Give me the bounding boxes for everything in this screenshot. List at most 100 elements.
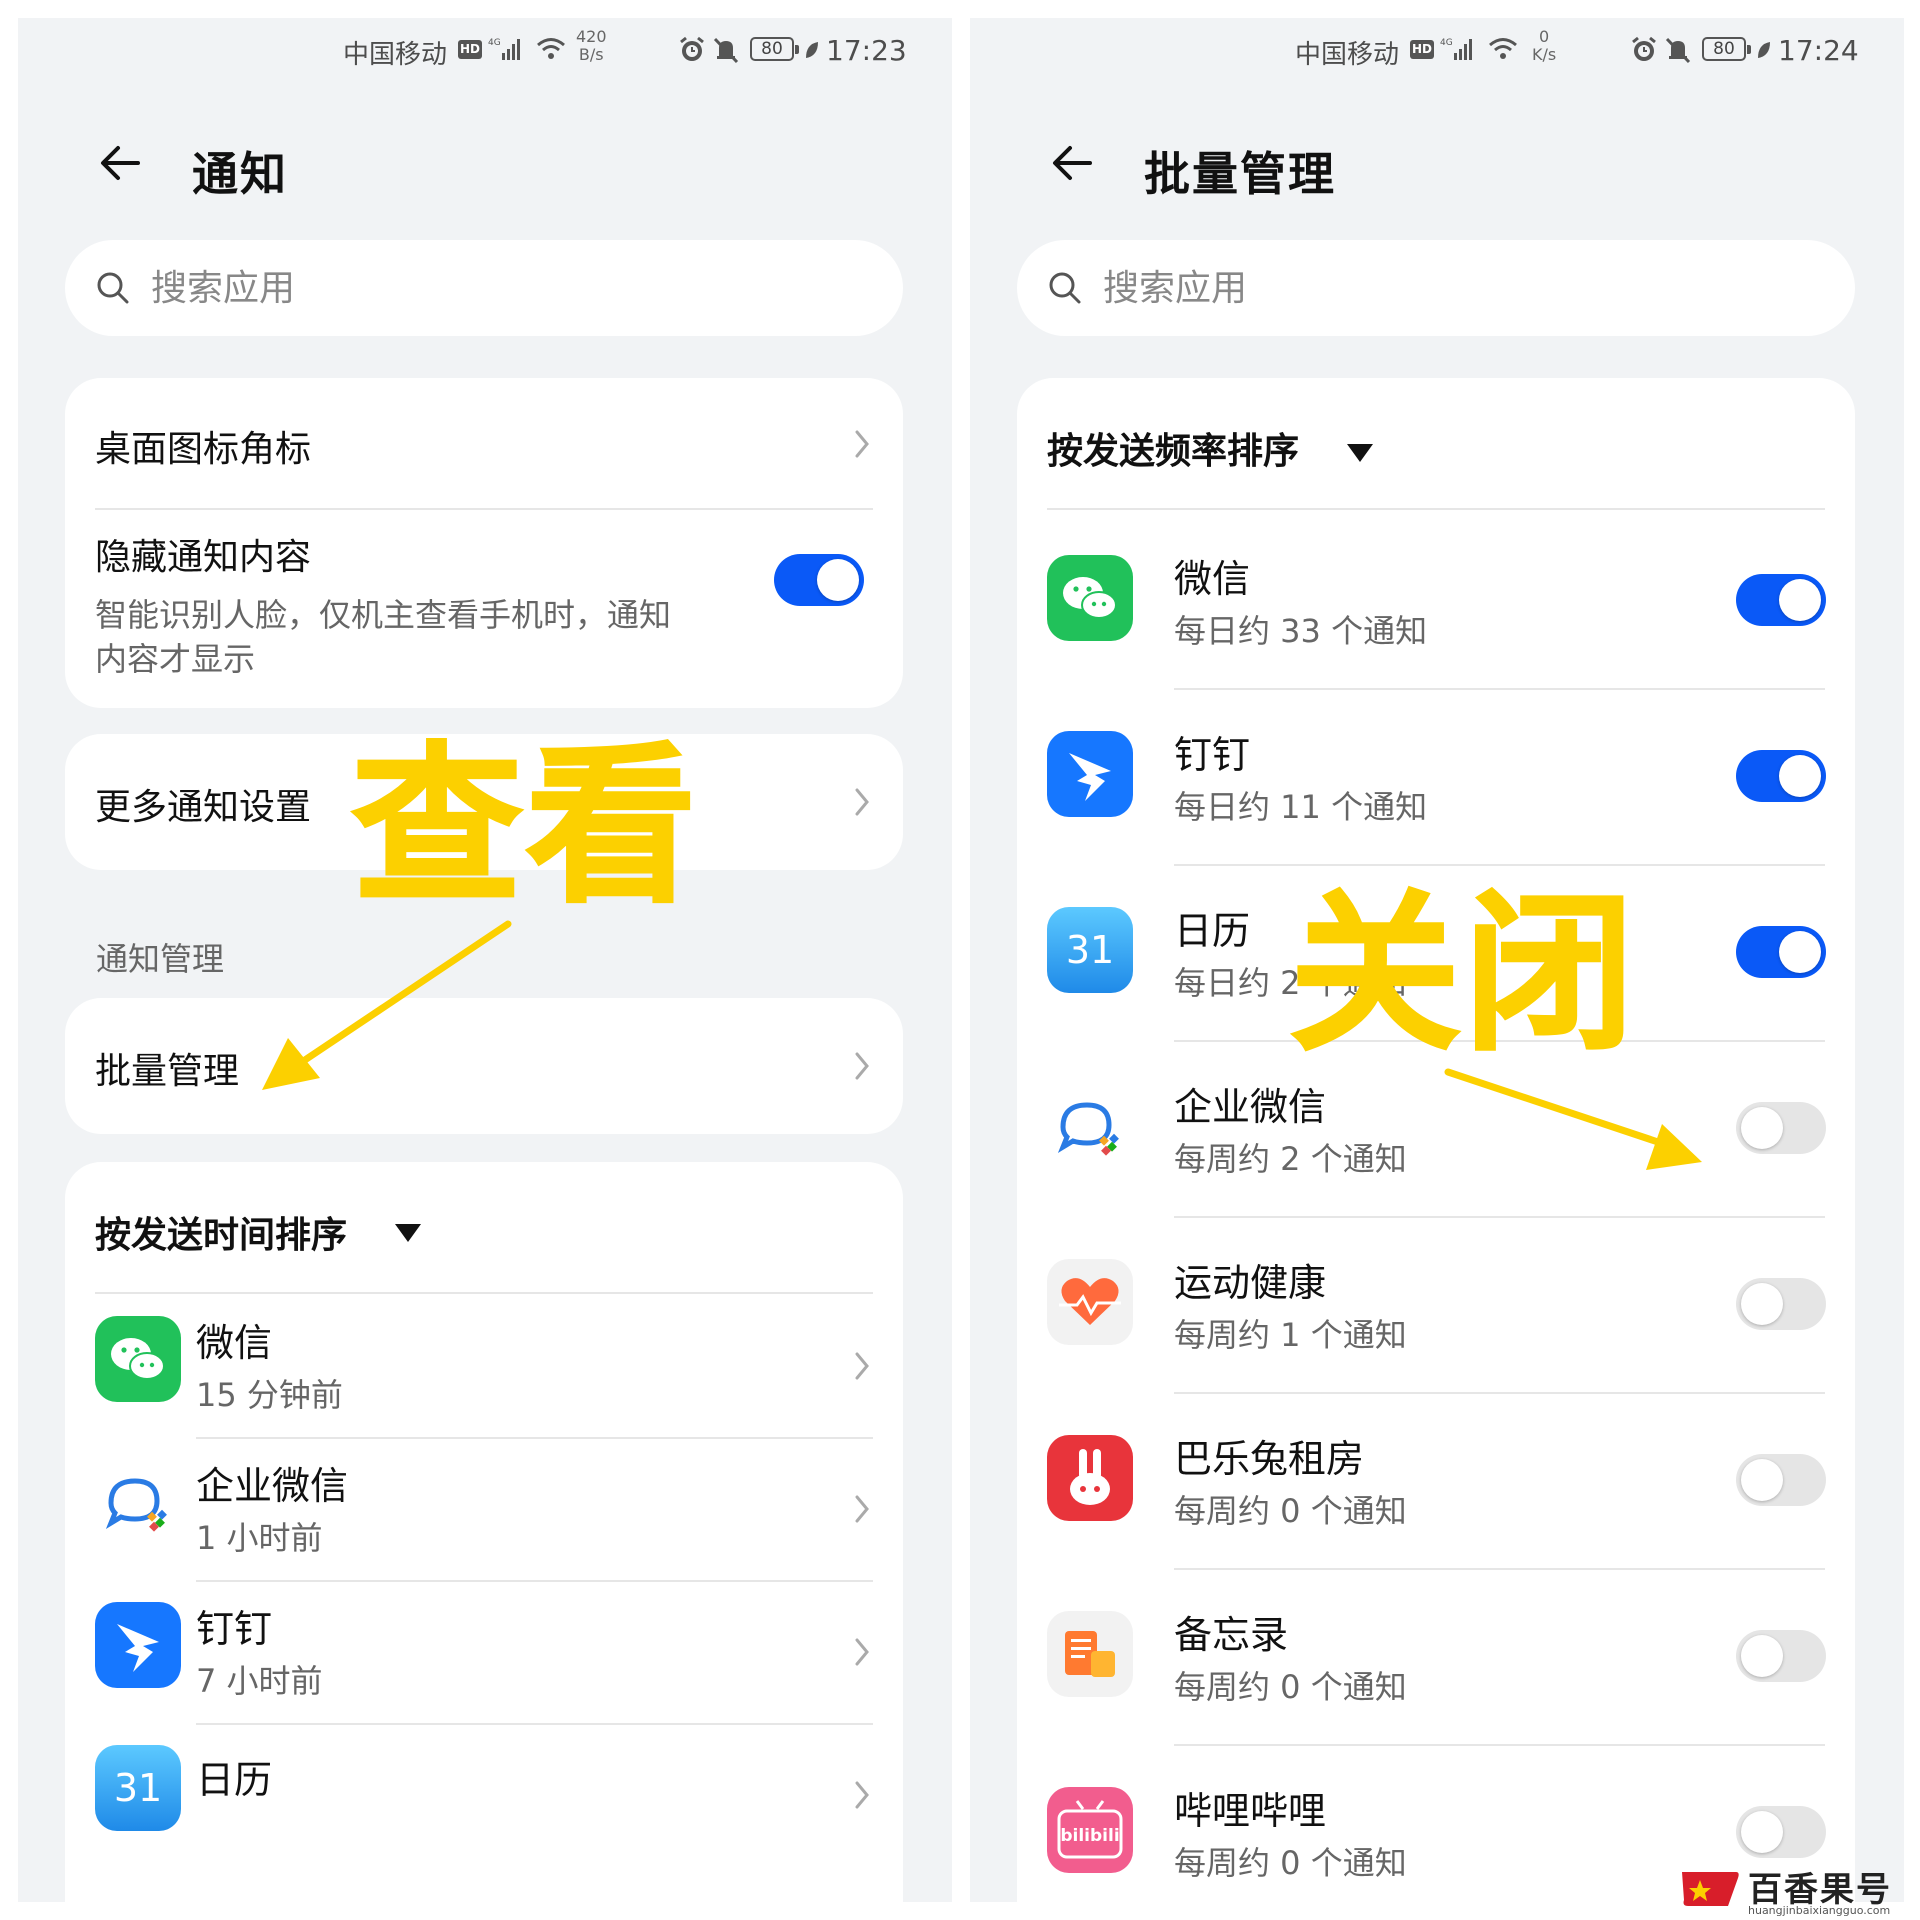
wechat-icon (1047, 555, 1133, 641)
carrier-label: 中国移动 (1295, 40, 1400, 70)
toggle-knob (1741, 1459, 1783, 1501)
search-bar[interactable] (65, 240, 903, 336)
calendar-icon: 31 (1047, 907, 1133, 993)
notification-toggle[interactable] (1736, 1278, 1826, 1330)
batch-manage-label: 批量管理 (95, 1051, 240, 1092)
batch-manage-screen: 中国移动 HD 4G 0 K/s 80 17:24 批量管理 搜索应用 按发送频… (970, 18, 1904, 1902)
app-name: 钉钉 (1174, 733, 1251, 777)
annotation-close: 关闭 (1288, 875, 1639, 1076)
health-icon (1047, 1259, 1133, 1345)
wifi-icon (537, 38, 565, 59)
notification-toggle[interactable] (1736, 926, 1826, 978)
chevron-right-icon (851, 1634, 873, 1670)
network-speed: 420 B/s (576, 27, 607, 64)
sort-label: 按发送时间排序 (95, 1215, 348, 1256)
app-time: 1 小时前 (196, 1519, 323, 1557)
notification-toggle[interactable] (1736, 1454, 1826, 1506)
watermark-url: huangjinbaixiangguo.com (1748, 1904, 1891, 1917)
toggle-knob (1741, 1811, 1783, 1853)
list-item[interactable]: 31 日历 (65, 1723, 903, 1866)
mute-bell-icon (713, 37, 739, 64)
list-item[interactable]: 企业微信 1 小时前 (65, 1437, 903, 1580)
app-frequency: 每日约 33 个通知 (1174, 612, 1428, 650)
app-frequency: 每周约 2 个通知 (1174, 1140, 1407, 1178)
toggle-knob (1741, 1107, 1783, 1149)
chevron-right-icon (851, 1491, 873, 1527)
notification-toggle[interactable] (1736, 1102, 1826, 1154)
hide-content-row[interactable]: 隐藏通知内容 智能识别人脸，仅机主查看手机时，通知 内容才显示 (65, 510, 903, 708)
app-time: 7 小时前 (196, 1662, 323, 1700)
toggle-knob (1779, 931, 1821, 973)
app-name: 微信 (1174, 557, 1251, 601)
clock: 17:24 (1778, 34, 1859, 67)
search-input[interactable] (151, 240, 851, 336)
svg-text:4G: 4G (488, 38, 501, 48)
list-item[interactable]: 钉钉 7 小时前 (65, 1580, 903, 1723)
app-name: 备忘录 (1174, 1613, 1289, 1657)
signal-icon: 4G (1440, 38, 1472, 60)
power-saving-icon (1758, 42, 1770, 58)
app-name: 企业微信 (196, 1464, 349, 1508)
section-label: 通知管理 (96, 940, 225, 978)
notification-toggle[interactable] (1736, 574, 1826, 626)
list-item: 巴乐兔租房 每周约 0 个通知 (1017, 1392, 1855, 1568)
hide-content-desc-line1: 智能识别人脸，仅机主查看手机时，通知 (95, 596, 672, 634)
sort-selector[interactable]: 按发送频率排序 (1017, 378, 1855, 508)
app-name: 运动健康 (1174, 1261, 1327, 1305)
settings-card: 桌面图标角标 隐藏通知内容 智能识别人脸，仅机主查看手机时，通知 内容才显示 (65, 378, 903, 708)
alarm-icon (1632, 36, 1656, 61)
notification-toggle[interactable] (1736, 750, 1826, 802)
arrow-annotation (262, 920, 512, 1090)
search-input[interactable] (1103, 240, 1803, 336)
notification-screen: 中国移动 HD 4G 420 B/s 80 17:23 通知 搜索应用 桌面图标… (18, 18, 952, 1902)
hide-content-toggle[interactable] (774, 554, 864, 606)
toggle-knob (1779, 579, 1821, 621)
search-bar[interactable] (1017, 240, 1855, 336)
badge-setting-label: 桌面图标角标 (95, 429, 312, 470)
power-saving-icon (806, 42, 818, 58)
app-frequency: 每周约 0 个通知 (1174, 1844, 1407, 1882)
chevron-right-icon (855, 1052, 869, 1080)
watermark-logo (1682, 1872, 1739, 1906)
wecom-icon (95, 1459, 181, 1545)
app-time: 15 分钟前 (196, 1376, 343, 1414)
wifi-icon (1489, 38, 1517, 59)
list-item[interactable]: 微信 15 分钟前 (65, 1294, 903, 1437)
annotation-view: 查看 (350, 727, 701, 928)
notification-toggle[interactable] (1736, 1806, 1826, 1858)
more-settings-label: 更多通知设置 (95, 787, 312, 828)
wecom-icon (1047, 1083, 1133, 1169)
chevron-right-icon (855, 430, 869, 458)
back-arrow-icon[interactable] (1046, 136, 1100, 190)
badge-setting-row[interactable]: 桌面图标角标 (65, 378, 903, 508)
app-list-card: 按发送时间排序 微信 15 分钟前企业微信 1 小时前钉钉 7 小时前 31 日历 (65, 1162, 903, 1902)
sort-selector[interactable]: 按发送时间排序 (65, 1162, 903, 1292)
signal-icon: 4G (488, 38, 520, 60)
divider (1047, 508, 1825, 510)
carrier-label: 中国移动 (343, 40, 448, 70)
status-bar: 中国移动 HD 4G 420 B/s 80 17:23 (18, 18, 952, 82)
bilibili-icon: bilibili (1047, 1787, 1133, 1873)
alarm-icon (680, 36, 704, 61)
dingtalk-icon (95, 1602, 181, 1688)
back-arrow-icon[interactable] (94, 136, 148, 190)
app-name: 日历 (196, 1758, 273, 1802)
app-name: 日历 (1174, 909, 1251, 953)
toggle-knob (817, 559, 859, 601)
dropdown-triangle-icon (395, 1224, 421, 1242)
notification-toggle[interactable] (1736, 1630, 1826, 1682)
hd-badge: HD (1410, 40, 1434, 59)
toggle-knob (1741, 1635, 1783, 1677)
dropdown-triangle-icon (1347, 444, 1373, 462)
network-speed: 0 K/s (1532, 27, 1557, 64)
search-icon (97, 272, 129, 304)
list-item: 备忘录 每周约 0 个通知 (1017, 1568, 1855, 1744)
arrow-annotation (1444, 1068, 1702, 1170)
page-title: 批量管理 (1144, 147, 1336, 201)
battery-indicator: 80 (1702, 37, 1751, 61)
hide-content-desc-line2: 内容才显示 (95, 640, 256, 678)
app-frequency: 每周约 1 个通知 (1174, 1316, 1407, 1354)
svg-text:31: 31 (1066, 928, 1114, 972)
search-icon (1049, 272, 1081, 304)
sort-label: 按发送频率排序 (1047, 431, 1300, 472)
